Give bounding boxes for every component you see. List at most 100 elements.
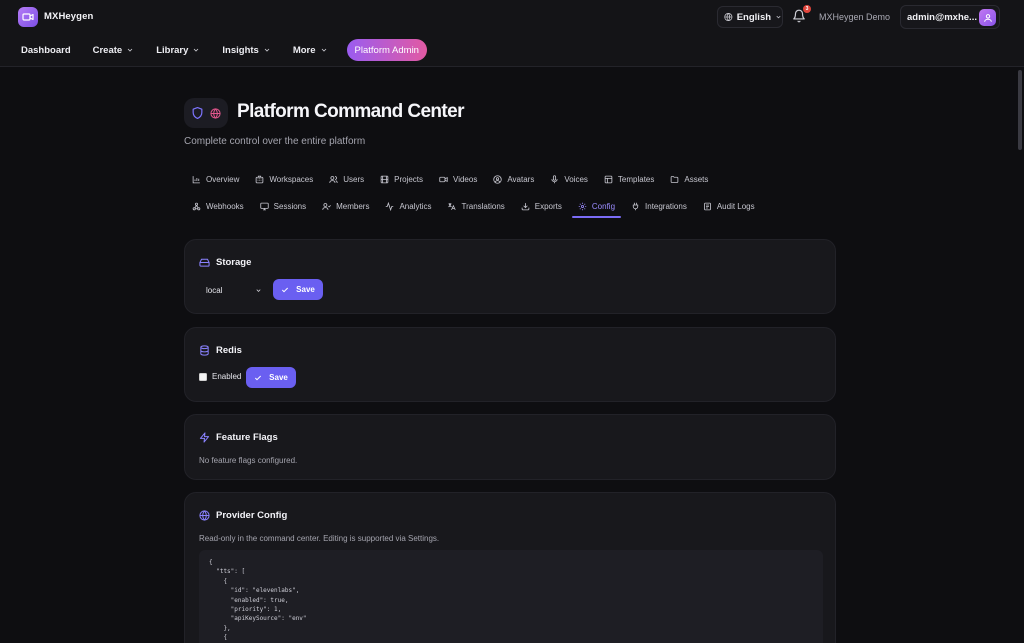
tab-templates[interactable]: Templates <box>596 169 662 189</box>
tab-label: Avatars <box>507 174 535 184</box>
page-title: Platform Command Center <box>237 101 465 122</box>
chevron-down-icon <box>256 289 261 292</box>
save-label: Save <box>269 373 288 382</box>
video-icon <box>439 176 448 182</box>
nav-label: More <box>292 44 316 56</box>
nav-more[interactable]: More <box>290 45 331 56</box>
tab-label: Exports <box>534 201 562 211</box>
nav-dashboard[interactable]: Dashboard <box>18 45 74 56</box>
check-icon <box>282 287 289 292</box>
page-subtitle: Complete control over the entire platfor… <box>184 136 366 147</box>
storage-save-button[interactable]: Save <box>273 279 323 300</box>
video-camera-icon <box>22 13 34 21</box>
feature-flags-card: Feature Flags No feature flags configure… <box>184 414 836 480</box>
top-header: MXHeygen English 3 MXHeygen Demo admin@m… <box>0 0 1024 67</box>
redis-enabled-row: Enabled <box>199 372 241 381</box>
notification-badge: 3 <box>803 5 811 13</box>
feature-flags-empty-text: No feature flags configured. <box>199 456 298 465</box>
tab-label: Audit Logs <box>716 201 755 211</box>
page-scrollbar[interactable] <box>1018 70 1022 150</box>
download-icon <box>521 202 530 210</box>
storage-card: Storage local Save <box>184 239 836 314</box>
tab-config[interactable]: Config <box>570 196 623 218</box>
tab-videos[interactable]: Videos <box>431 169 485 189</box>
storage-card-header: Storage <box>199 257 251 268</box>
tab-members[interactable]: Members <box>314 196 377 216</box>
globe-icon <box>210 107 221 119</box>
storage-title: Storage <box>216 257 252 268</box>
tab-label: Users <box>343 174 365 184</box>
redis-enabled-checkbox[interactable] <box>199 372 207 381</box>
app-logo[interactable] <box>18 7 38 27</box>
user-icon <box>983 13 992 22</box>
redis-card-header: Redis <box>199 345 242 356</box>
provider-config-card: Provider Config Read-only in the command… <box>184 492 836 643</box>
tab-label: Config <box>591 201 616 211</box>
tab-integrations[interactable]: Integrations <box>623 196 695 216</box>
tab-assets[interactable]: Assets <box>662 169 716 189</box>
language-label: English <box>736 11 772 23</box>
provider-config-title: Provider Config <box>216 510 288 521</box>
tab-label: Integrations <box>645 201 687 211</box>
tabs-row-1: Overview Workspaces Users Projects Video… <box>184 169 716 189</box>
tab-users[interactable]: Users <box>321 169 372 189</box>
main-nav: Dashboard Create Library Insights More P… <box>18 39 443 61</box>
nav-insights[interactable]: Insights <box>219 45 273 56</box>
storage-select[interactable]: local <box>199 281 269 300</box>
film-icon <box>380 175 389 183</box>
chevron-down-icon <box>264 48 270 52</box>
tab-overview[interactable]: Overview <box>184 169 247 189</box>
redis-save-button[interactable]: Save <box>246 367 296 388</box>
layout-icon <box>604 175 613 183</box>
user-menu[interactable]: admin@mxhe... <box>900 5 1000 29</box>
tabs-row-2: Webhooks Sessions Members Analytics Tran… <box>184 196 763 218</box>
save-label: Save <box>296 285 315 294</box>
provider-config-code: { "tts": [ { "id": "elevenlabs", "enable… <box>199 550 823 643</box>
check-icon <box>255 375 262 380</box>
app-name: MXHeygen <box>44 11 94 22</box>
feature-flags-title: Feature Flags <box>216 432 278 443</box>
chevron-down-icon <box>194 48 199 52</box>
tab-workspaces[interactable]: Workspaces <box>247 169 321 189</box>
redis-card: Redis Enabled Save <box>184 327 836 402</box>
redis-enabled-label: Enabled <box>212 372 242 381</box>
tab-label: Members <box>336 201 370 211</box>
tab-label: Webhooks <box>206 201 244 211</box>
nav-create[interactable]: Create <box>90 45 138 56</box>
workspace-name[interactable]: MXHeygen Demo <box>819 12 890 22</box>
tab-sessions[interactable]: Sessions <box>252 196 314 216</box>
platform-admin-button[interactable]: Platform Admin <box>346 39 427 61</box>
tab-audit-logs[interactable]: Audit Logs <box>695 196 763 216</box>
languages-icon <box>448 202 457 210</box>
tab-label: Overview <box>206 174 240 184</box>
tab-webhooks[interactable]: Webhooks <box>184 196 252 216</box>
tab-label: Templates <box>617 174 655 184</box>
tab-exports[interactable]: Exports <box>513 196 570 216</box>
tab-translations[interactable]: Translations <box>439 196 512 216</box>
nav-label: Platform Admin <box>354 44 419 56</box>
tab-label: Assets <box>684 174 709 184</box>
zap-icon <box>199 432 210 443</box>
tab-label: Workspaces <box>269 174 314 184</box>
gear-icon <box>578 202 587 210</box>
database-icon <box>200 345 209 356</box>
monitor-icon <box>259 202 269 210</box>
tab-projects[interactable]: Projects <box>372 169 431 189</box>
tab-label: Projects <box>394 174 424 184</box>
provider-config-description: Read-only in the command center. Editing… <box>199 534 440 543</box>
users-icon <box>329 175 338 183</box>
nav-label: Library <box>156 44 189 56</box>
language-selector[interactable]: English <box>717 6 783 28</box>
building-icon <box>256 175 264 183</box>
tab-label: Translations <box>461 201 505 211</box>
tab-analytics[interactable]: Analytics <box>377 196 439 216</box>
plug-icon <box>632 202 639 210</box>
tab-label: Voices <box>564 174 588 184</box>
nav-library[interactable]: Library <box>153 45 203 56</box>
nav-label: Create <box>92 44 123 56</box>
tab-avatars[interactable]: Avatars <box>485 169 542 189</box>
chevron-down-icon <box>127 48 133 52</box>
tab-voices[interactable]: Voices <box>542 169 596 189</box>
shield-icon <box>192 106 203 120</box>
provider-config-header: Provider Config <box>199 510 287 521</box>
